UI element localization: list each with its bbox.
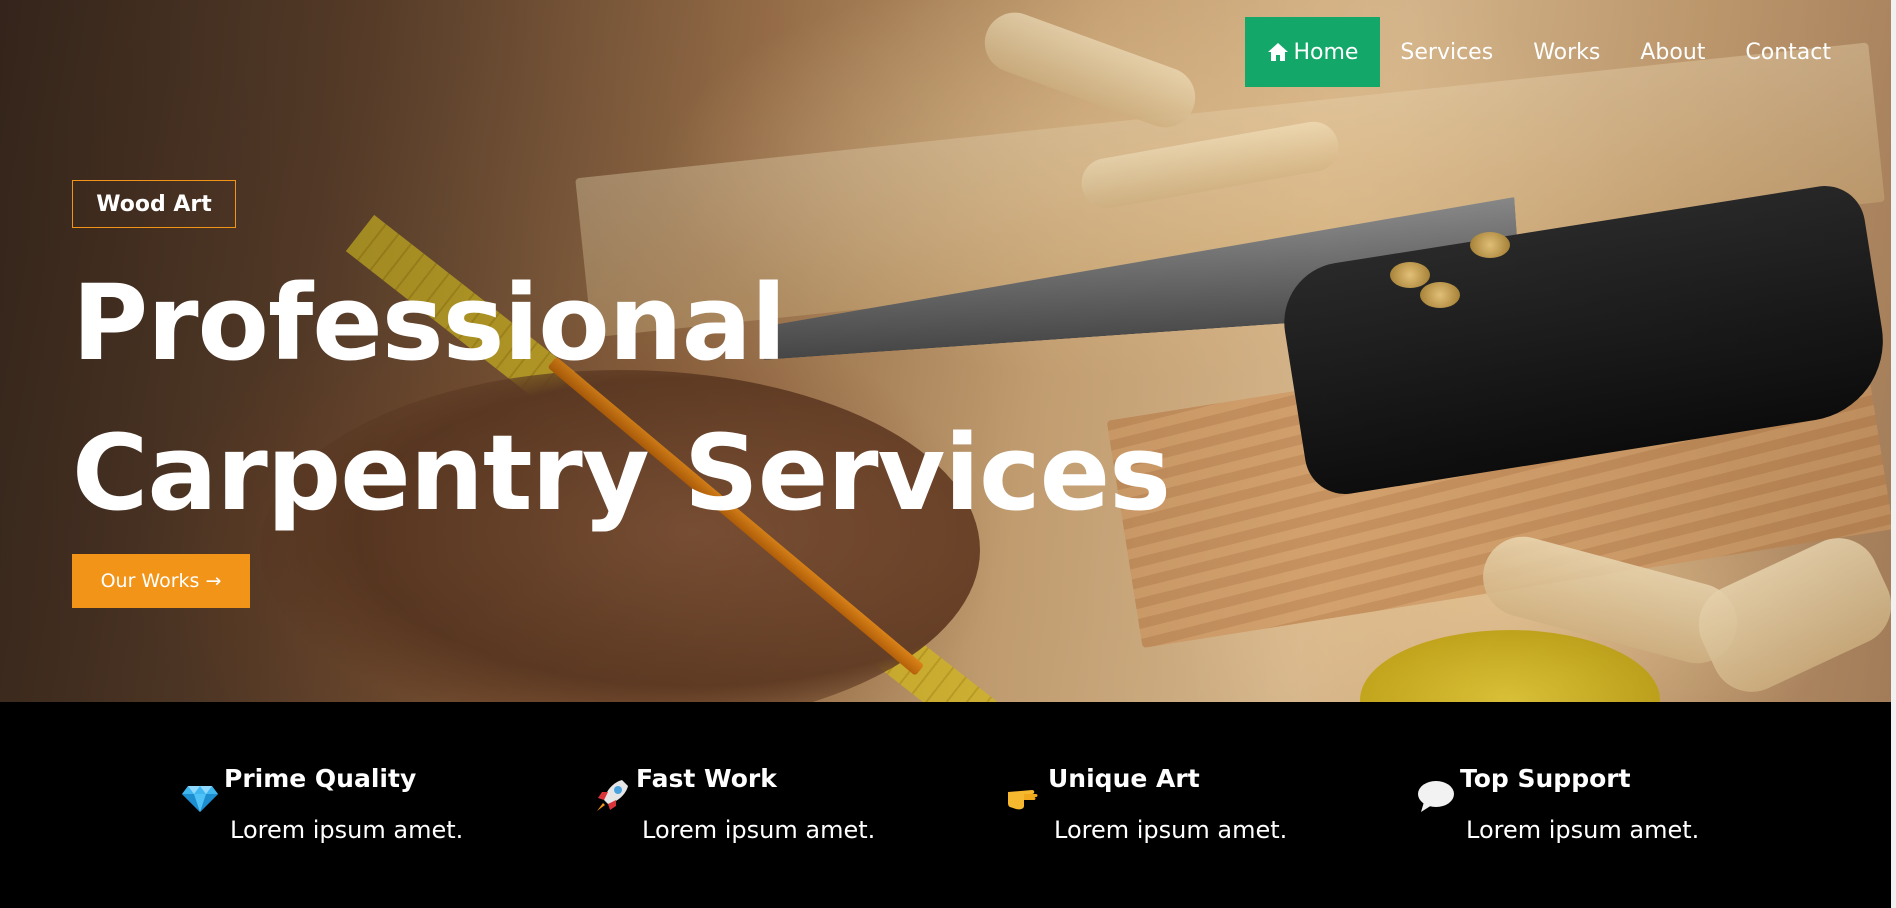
feature-fast-work: Fast Work Lorem ipsum amet.: [592, 764, 932, 874]
scrollbar[interactable]: [1891, 0, 1896, 908]
feature-title: Top Support: [1460, 764, 1631, 793]
feature-title: Unique Art: [1048, 764, 1200, 793]
speech-bubble-icon: [1416, 776, 1456, 816]
our-works-button[interactable]: Our Works →: [72, 554, 250, 608]
nav-services[interactable]: Services: [1380, 17, 1513, 87]
hero-title: Professional Carpentry Services: [72, 248, 1172, 548]
nav-works-label: Works: [1533, 39, 1601, 65]
hero-badge: Wood Art: [72, 180, 236, 228]
hero-title-line-2: Carpentry Services: [72, 412, 1171, 534]
pointing-hand-icon: [1004, 776, 1044, 816]
home-icon: [1267, 42, 1289, 62]
feature-prime-quality: Prime Quality Lorem ipsum amet.: [180, 764, 520, 874]
hero-section: Home Services Works About Contact Wood A…: [0, 0, 1891, 702]
nav-services-label: Services: [1400, 39, 1494, 65]
nav-about[interactable]: About: [1620, 17, 1725, 87]
feature-title: Fast Work: [636, 764, 777, 793]
feature-text: Lorem ipsum amet.: [642, 816, 876, 844]
page: Home Services Works About Contact Wood A…: [0, 0, 1896, 908]
nav-about-label: About: [1640, 39, 1706, 65]
nav-works[interactable]: Works: [1513, 17, 1620, 87]
feature-title: Prime Quality: [224, 764, 417, 793]
rocket-icon: [592, 776, 632, 816]
feature-top-support: Top Support Lorem ipsum amet.: [1416, 764, 1756, 874]
feature-unique-art: Unique Art Lorem ipsum amet.: [1004, 764, 1344, 874]
nav-home[interactable]: Home: [1245, 17, 1381, 87]
main-nav: Home Services Works About Contact: [1245, 17, 1851, 87]
nav-contact[interactable]: Contact: [1725, 17, 1851, 87]
nav-home-label: Home: [1293, 39, 1359, 65]
diamond-icon: [180, 776, 220, 816]
nav-contact-label: Contact: [1745, 39, 1831, 65]
hero-title-line-1: Professional: [72, 262, 787, 384]
feature-text: Lorem ipsum amet.: [230, 816, 464, 844]
feature-text: Lorem ipsum amet.: [1466, 816, 1700, 844]
feature-text: Lorem ipsum amet.: [1054, 816, 1288, 844]
